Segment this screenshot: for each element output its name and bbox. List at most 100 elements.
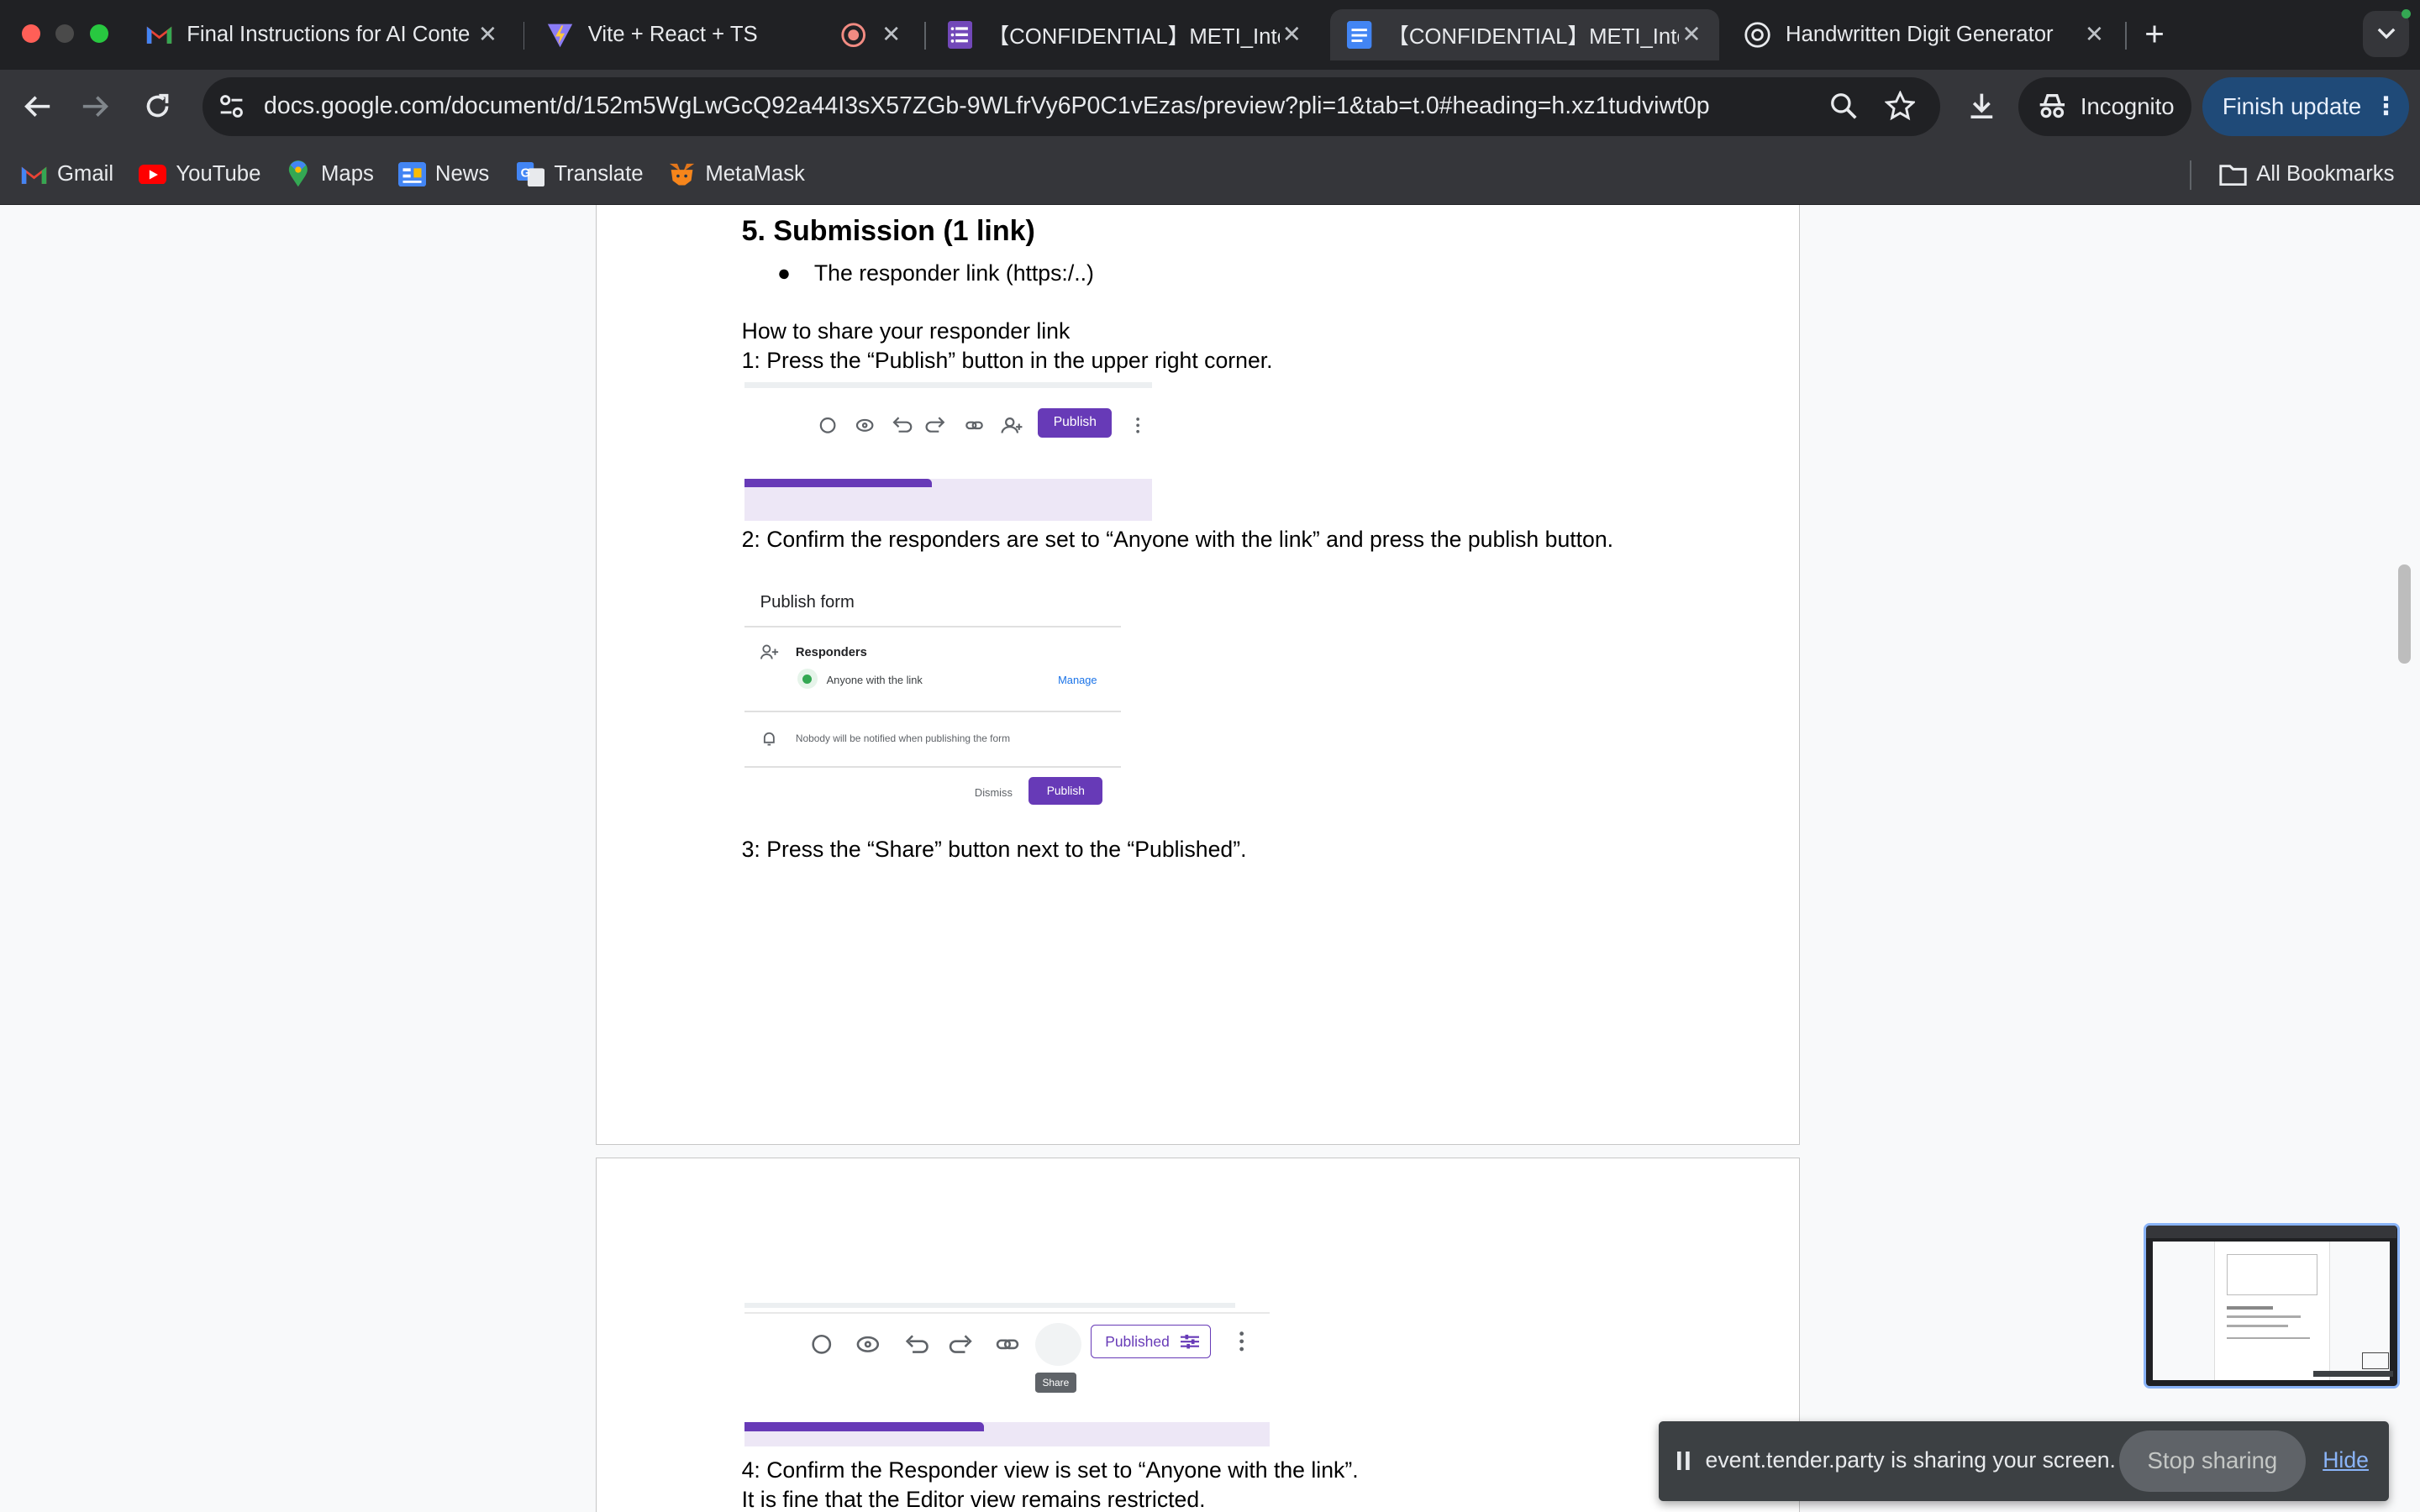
more-vert-icon[interactable]: ⋮ — [2374, 92, 2398, 121]
chevron-down-icon — [2377, 28, 2395, 39]
finish-update-button[interactable]: Finish update ⋮ — [2202, 76, 2410, 136]
vite-icon — [546, 21, 574, 49]
share-tooltip: Share — [1034, 1372, 1077, 1393]
stop-sharing-button[interactable]: Stop sharing — [2118, 1430, 2306, 1493]
browser-toolbar: docs.google.com/document/d/152m5WgLwGcQ9… — [0, 69, 2420, 144]
hide-link[interactable]: Hide — [2323, 1447, 2369, 1473]
close-window-button[interactable] — [21, 24, 40, 44]
bookmark-translate[interactable]: G Translate — [517, 159, 644, 190]
globe-icon — [797, 669, 818, 690]
youtube-icon — [139, 162, 167, 186]
gmail-icon — [20, 162, 48, 186]
forward-arrow-icon — [83, 96, 109, 118]
metamask-icon — [668, 162, 696, 186]
close-tab-icon[interactable]: ✕ — [1280, 21, 1304, 48]
tab-confidential-forms[interactable]: 【CONFIDENTIAL】METI_Inte ✕ — [931, 9, 1320, 60]
screenshot-publish-dialog: Publish form Responders Anyone with the … — [744, 575, 1122, 822]
manage-link: Manage — [1058, 673, 1097, 686]
url-text[interactable]: docs.google.com/document/d/152m5WgLwGcQ9… — [264, 92, 1710, 120]
published-button-image: Published — [1090, 1324, 1211, 1359]
screen-sharing-bar: event.tender.party is sharing your scree… — [1659, 1420, 2390, 1502]
dialog-title: Publish form — [760, 593, 855, 612]
reload-icon — [146, 94, 169, 118]
document-viewport[interactable]: 5. Submission (1 link) ● The responder l… — [0, 205, 2420, 1512]
tune-icon — [1180, 1334, 1199, 1349]
address-bar[interactable]: docs.google.com/document/d/152m5WgLwGcQ9… — [202, 76, 1940, 136]
update-dot — [2401, 9, 2411, 19]
bookmark-star-icon[interactable] — [1883, 90, 1917, 129]
publish-button-image: Publish — [1038, 407, 1113, 438]
pause-icon — [1677, 1452, 1691, 1471]
translate-icon: G — [517, 161, 545, 187]
bookmark-metamask[interactable]: MetaMask — [668, 159, 805, 190]
bookmarks-divider — [2190, 160, 2192, 190]
finish-update-label: Finish update — [2222, 92, 2362, 119]
tab-title: 【CONFIDENTIAL】METI_Inte — [1387, 24, 1680, 49]
screenshot-publish-toolbar: Publish — [744, 381, 1153, 521]
screenshot-published-toolbar: Published Share — [744, 1303, 1270, 1446]
openai-icon — [1744, 21, 1771, 49]
recording-icon — [839, 21, 867, 49]
close-tab-icon[interactable]: ✕ — [2082, 21, 2107, 48]
tab-strip: Final Instructions for AI Conte ✕ Vite +… — [0, 0, 2420, 70]
back-arrow-icon — [24, 96, 50, 118]
step-3-text: 3: Press the “Share” button next to the … — [741, 837, 1247, 863]
bullet-dot: ● — [776, 260, 791, 286]
tab-confidential-docs[interactable]: 【CONFIDENTIAL】METI_Inte ✕ — [1330, 9, 1720, 60]
incognito-icon — [2040, 94, 2065, 118]
tab-title: Final Instructions for AI Conte — [187, 22, 471, 46]
close-tab-icon[interactable]: ✕ — [476, 21, 500, 48]
all-bookmarks-button[interactable]: All Bookmarks — [2219, 159, 2395, 190]
all-bookmarks-label: All Bookmarks — [2256, 162, 2395, 186]
anyone-with-link-label: Anyone with the link — [826, 673, 923, 686]
bookmark-label: Translate — [554, 162, 644, 186]
document-page: Published Share 4: Confirm the Responder… — [595, 1157, 1800, 1512]
bookmark-label: Maps — [321, 162, 374, 186]
maximize-window-button[interactable] — [89, 24, 108, 44]
add-person-icon — [760, 644, 778, 659]
dismiss-label: Dismiss — [974, 785, 1013, 799]
downloads-button[interactable] — [1960, 85, 2003, 128]
site-info-icon[interactable] — [218, 92, 245, 127]
gmail-icon — [145, 21, 173, 49]
bookmarks-bar: Gmail YouTube Maps News G Translate Meta… — [0, 143, 2420, 206]
download-icon — [1970, 94, 1993, 119]
tab-search-button[interactable] — [2362, 10, 2410, 57]
step-1-text: 1: Press the “Publish” button in the upp… — [741, 348, 1273, 374]
bullet-text: The responder link (https:/..) — [813, 260, 1094, 286]
new-tab-button[interactable]: + — [2136, 15, 2173, 52]
back-button[interactable] — [15, 85, 58, 128]
bookmark-label: YouTube — [176, 162, 261, 186]
step-2-text: 2: Confirm the responders are set to “An… — [741, 527, 1614, 553]
maps-icon — [284, 160, 312, 187]
screen-share-preview — [2144, 1223, 2401, 1389]
incognito-indicator[interactable]: Incognito — [2018, 76, 2192, 136]
tab-handwritten-digit[interactable]: Handwritten Digit Generator ✕ — [1728, 9, 2122, 60]
close-tab-icon[interactable]: ✕ — [881, 21, 902, 48]
docs-icon — [1346, 20, 1374, 49]
news-icon — [397, 161, 426, 187]
bell-icon — [764, 732, 776, 746]
bookmark-news[interactable]: News — [397, 159, 490, 190]
bookmark-label: News — [434, 162, 490, 186]
step-4-text: 4: Confirm the Responder view is set to … — [741, 1457, 1359, 1483]
forward-button[interactable] — [74, 85, 117, 128]
sharing-message: event.tender.party is sharing your scree… — [1705, 1446, 2116, 1473]
forms-icon — [946, 20, 974, 49]
reload-button[interactable] — [136, 85, 179, 128]
bookmark-youtube[interactable]: YouTube — [139, 159, 260, 190]
bookmark-label: MetaMask — [705, 162, 805, 186]
bookmark-gmail[interactable]: Gmail — [20, 159, 113, 190]
document-page: 5. Submission (1 link) ● The responder l… — [595, 205, 1800, 1145]
bookmark-label: Gmail — [56, 162, 114, 186]
close-tab-icon[interactable]: ✕ — [1679, 21, 1703, 48]
zoom-icon[interactable] — [1830, 92, 1858, 127]
tab-final-instructions[interactable]: Final Instructions for AI Conte ✕ — [129, 9, 515, 60]
dialog-publish-button-image: Publish — [1028, 776, 1103, 805]
tab-recording[interactable]: ✕ — [824, 9, 917, 60]
minimize-window-button[interactable] — [55, 24, 75, 44]
tab-title: 【CONFIDENTIAL】METI_Inte — [987, 24, 1280, 49]
bookmark-maps[interactable]: Maps — [284, 159, 374, 190]
responders-label: Responders — [795, 645, 867, 659]
vertical-scrollbar[interactable] — [2398, 564, 2411, 664]
